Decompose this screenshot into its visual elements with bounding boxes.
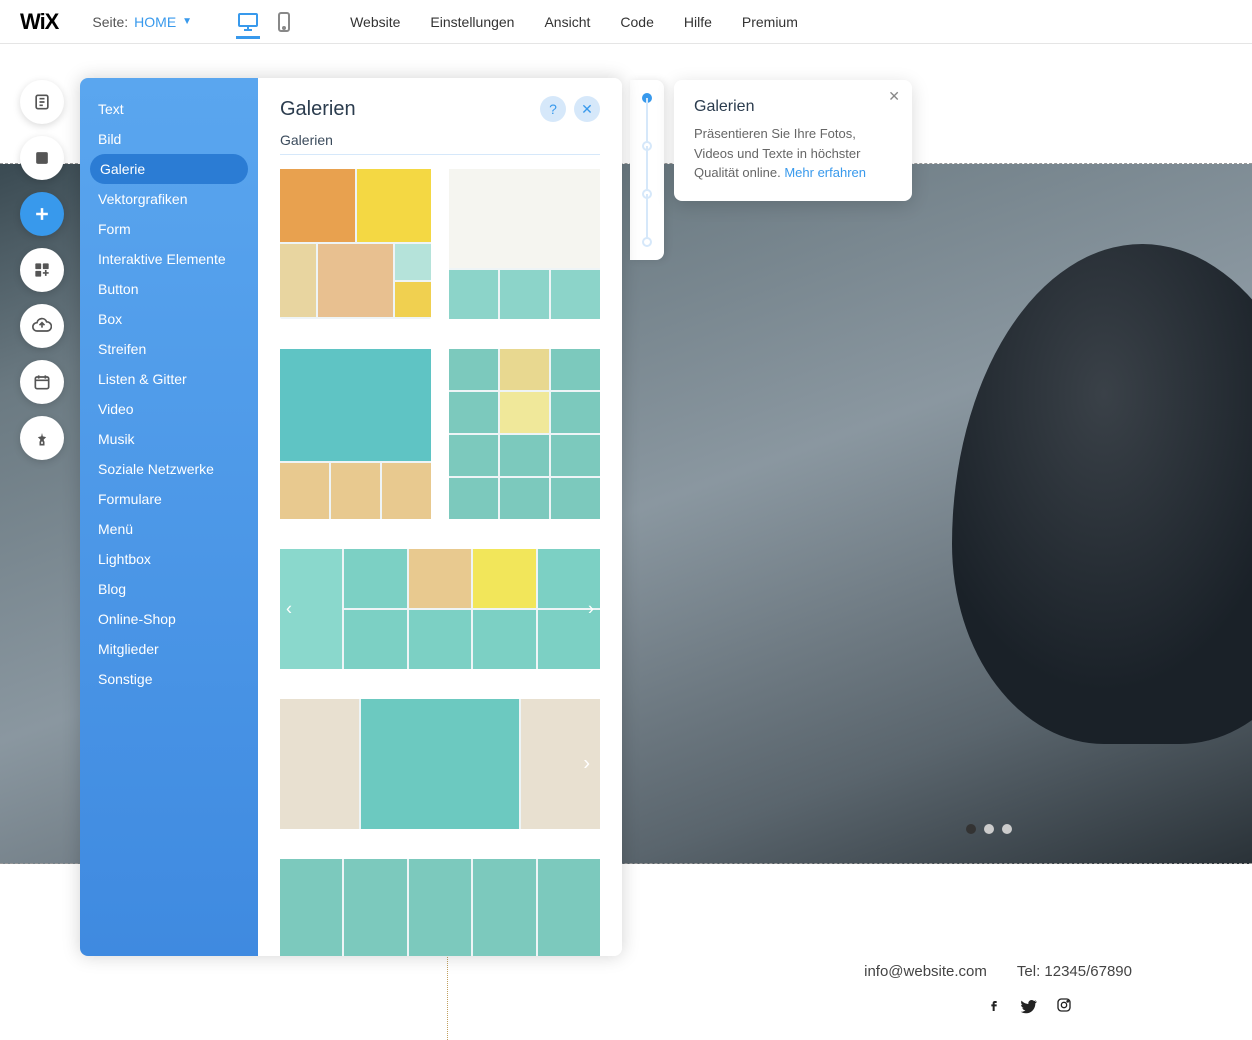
gallery-thumb-5[interactable]: ‹ › [280,549,600,669]
top-bar: WiX Seite: HOME ▼ Website Einstellungen … [0,0,1252,44]
arrow-right-icon[interactable]: › [588,599,594,620]
cat-listen[interactable]: Listen & Gitter [80,364,258,394]
cat-video[interactable]: Video [80,394,258,424]
timeline-strip [630,80,664,260]
add-button[interactable] [20,192,64,236]
panel-subtitle: Galerien [280,132,600,155]
cat-shop[interactable]: Online-Shop [80,604,258,634]
slider-dots [966,824,1012,834]
cat-form[interactable]: Form [80,214,258,244]
footer-tel: Tel: 12345/67890 [1017,963,1132,980]
arrow-right-icon[interactable]: › [583,753,590,776]
left-rail [20,80,64,460]
gallery-thumbnails: ‹ › › [258,169,622,956]
tooltip-title: Galerien [694,98,892,116]
cat-blog[interactable]: Blog [80,574,258,604]
footer-contact: info@website.com Tel: 12345/67890 [864,963,1132,980]
gallery-thumb-6[interactable]: › [280,699,600,829]
page-name: HOME [134,14,176,30]
help-button[interactable]: ? [540,96,566,122]
info-tooltip: ✕ Galerien Präsentieren Sie Ihre Fotos, … [674,80,912,201]
cat-formulare[interactable]: Formulare [80,484,258,514]
facebook-icon[interactable] [986,997,1002,1020]
desktop-icon[interactable] [236,15,260,39]
close-icon[interactable]: ✕ [888,88,900,105]
mobile-icon[interactable] [272,10,296,34]
panel-header: Galerien ? ✕ [258,78,622,132]
device-switch [236,10,296,34]
wix-logo: WiX [20,9,58,35]
cat-mitglieder[interactable]: Mitglieder [80,634,258,664]
gallery-thumb-3[interactable] [280,349,431,519]
timeline-node-4[interactable] [642,237,652,247]
apps-button[interactable] [20,248,64,292]
chevron-down-icon: ▼ [182,16,192,27]
cat-streifen[interactable]: Streifen [80,334,258,364]
background-button[interactable] [20,136,64,180]
gallery-thumb-4[interactable] [449,349,600,519]
menu-premium[interactable]: Premium [742,14,798,30]
page-label: Seite: [92,14,128,30]
menu-code[interactable]: Code [620,14,653,30]
social-icons [986,997,1072,1020]
cat-button[interactable]: Button [80,274,258,304]
gallery-thumb-1[interactable] [280,169,431,319]
tooltip-link[interactable]: Mehr erfahren [784,165,866,180]
gallery-pane: Galerien ? ✕ Galerien ‹ › › [258,78,622,956]
cat-box[interactable]: Box [80,304,258,334]
hero-image [952,244,1252,744]
category-list: Text Bild Galerie Vektorgrafiken Form In… [80,78,258,956]
footer-email[interactable]: info@website.com [864,963,987,980]
cat-vektorgrafiken[interactable]: Vektorgrafiken [80,184,258,214]
bookings-button[interactable] [20,360,64,404]
blog-button[interactable] [20,416,64,460]
panel-title: Galerien [280,98,356,121]
cat-soziale[interactable]: Soziale Netzwerke [80,454,258,484]
top-menu: Website Einstellungen Ansicht Code Hilfe… [350,14,798,30]
close-panel-button[interactable]: ✕ [574,96,600,122]
twitter-icon[interactable] [1020,997,1038,1020]
cat-sonstige[interactable]: Sonstige [80,664,258,694]
instagram-icon[interactable] [1056,997,1072,1020]
cat-text[interactable]: Text [80,94,258,124]
cat-galerie[interactable]: Galerie [90,154,248,184]
menu-hilfe[interactable]: Hilfe [684,14,712,30]
menu-website[interactable]: Website [350,14,400,30]
gallery-thumb-2[interactable] [449,169,600,319]
cat-musik[interactable]: Musik [80,424,258,454]
cat-bild[interactable]: Bild [80,124,258,154]
cat-lightbox[interactable]: Lightbox [80,544,258,574]
cat-interaktive[interactable]: Interaktive Elemente [80,244,258,274]
cat-menu[interactable]: Menü [80,514,258,544]
slider-dot-2[interactable] [984,824,994,834]
menu-ansicht[interactable]: Ansicht [544,14,590,30]
tooltip-text: Präsentieren Sie Ihre Fotos, Videos und … [694,124,892,183]
gallery-thumb-7[interactable] [280,859,600,956]
slider-dot-3[interactable] [1002,824,1012,834]
pages-button[interactable] [20,80,64,124]
arrow-left-icon[interactable]: ‹ [286,599,292,620]
add-panel: Text Bild Galerie Vektorgrafiken Form In… [80,78,622,956]
slider-dot-1[interactable] [966,824,976,834]
page-selector[interactable]: Seite: HOME ▼ [92,14,192,30]
uploads-button[interactable] [20,304,64,348]
menu-einstellungen[interactable]: Einstellungen [430,14,514,30]
